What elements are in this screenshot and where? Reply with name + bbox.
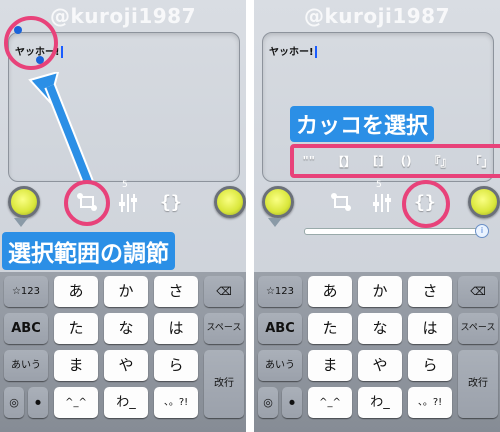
highlight-circle-text <box>4 16 58 70</box>
key-emoticon[interactable]: ^_^ <box>54 387 98 418</box>
key-a[interactable]: あ <box>308 276 352 307</box>
chevron-down-icon <box>268 218 282 227</box>
key-ta[interactable]: た <box>308 313 352 344</box>
editor-toolbar: 5 {} <box>254 180 500 228</box>
key-ya[interactable]: や <box>358 350 402 381</box>
key-return[interactable]: 改行 <box>458 350 498 418</box>
globe-icon[interactable]: ◎ <box>4 387 24 418</box>
key-space[interactable]: スペース <box>204 313 244 344</box>
key-a[interactable]: あ <box>54 276 98 307</box>
backspace-icon: ⌫ <box>470 285 486 298</box>
key-sa[interactable]: さ <box>154 276 198 307</box>
cursor-adjust-icon[interactable] <box>372 192 392 218</box>
brackets-button[interactable]: {} <box>160 192 182 213</box>
bracket-option[interactable]: 『』 <box>429 153 453 170</box>
key-kana[interactable]: あいう <box>258 350 302 381</box>
key-return[interactable]: 改行 <box>204 350 244 418</box>
microphone-icon[interactable]: ⏺ <box>282 387 302 418</box>
typed-text: ヤッホー! <box>269 43 317 58</box>
key-na[interactable]: な <box>104 313 148 344</box>
microphone-icon[interactable]: ⏺ <box>28 387 48 418</box>
key-ha[interactable]: は <box>154 313 198 344</box>
callout-label: 選択範囲の調節 <box>2 232 175 270</box>
key-ka[interactable]: か <box>358 276 402 307</box>
key-ta[interactable]: た <box>54 313 98 344</box>
key-ka[interactable]: か <box>104 276 148 307</box>
key-punctuation[interactable]: 、。?! <box>408 387 452 418</box>
key-ra[interactable]: ら <box>408 350 452 381</box>
pointer-arrow <box>28 72 94 185</box>
highlight-circle-select <box>64 180 110 226</box>
chevron-down-icon <box>14 218 28 227</box>
left-yellow-button[interactable] <box>262 186 294 218</box>
keyboard: ☆123 あ か さ ⌫ ABC た な は スペース あいう ま や ら 改行… <box>254 272 500 432</box>
key-numbers[interactable]: ☆123 <box>258 276 302 307</box>
key-abc[interactable]: ABC <box>4 313 48 344</box>
key-wa[interactable]: わ_ <box>104 387 148 418</box>
right-yellow-button[interactable] <box>468 186 500 218</box>
text-cursor <box>314 46 317 58</box>
bracket-option[interactable]: 「」 <box>469 153 493 170</box>
backspace-icon: ⌫ <box>216 285 232 298</box>
key-abc[interactable]: ABC <box>258 313 302 344</box>
key-na[interactable]: な <box>358 313 402 344</box>
callout-label: カッコを選択 <box>290 106 435 142</box>
bracket-option[interactable]: [] <box>373 154 384 168</box>
key-punctuation[interactable]: 、。?! <box>154 387 198 418</box>
watermark: @kuroji1987 <box>303 4 451 28</box>
key-ya[interactable]: や <box>104 350 148 381</box>
small-number: 5 <box>376 180 382 190</box>
highlight-circle-brackets <box>402 180 450 228</box>
small-number: 5 <box>122 180 128 190</box>
cursor-adjust-icon[interactable] <box>118 192 138 218</box>
key-backspace[interactable]: ⌫ <box>204 276 244 307</box>
key-kana[interactable]: あいう <box>4 350 48 381</box>
right-screenshot: @kuroji1987 ヤッホー! カッコを選択 "" 【】 [] () 『』 … <box>254 0 500 432</box>
key-wa[interactable]: わ_ <box>358 387 402 418</box>
slider-knob[interactable]: i <box>475 224 489 238</box>
key-sa[interactable]: さ <box>408 276 452 307</box>
key-ha[interactable]: は <box>408 313 452 344</box>
key-emoticon[interactable]: ^_^ <box>308 387 352 418</box>
left-screenshot: @kuroji1987 ヤッホー! 5 {} 選択範囲の調節 ☆123 あ か … <box>0 0 246 432</box>
key-backspace[interactable]: ⌫ <box>458 276 498 307</box>
bracket-option[interactable]: 【】 <box>332 153 356 170</box>
text-cursor <box>60 46 63 58</box>
size-slider[interactable]: i <box>304 224 489 238</box>
key-space[interactable]: スペース <box>458 313 498 344</box>
key-ra[interactable]: ら <box>154 350 198 381</box>
bracket-option[interactable]: "" <box>302 154 315 168</box>
globe-icon[interactable]: ◎ <box>258 387 278 418</box>
selection-range-icon[interactable] <box>330 192 352 217</box>
keyboard: ☆123 あ か さ ⌫ ABC た な は スペース あいう ま や ら 改行… <box>0 272 246 432</box>
key-numbers[interactable]: ☆123 <box>4 276 48 307</box>
right-yellow-button[interactable] <box>214 186 246 218</box>
key-ma[interactable]: ま <box>308 350 352 381</box>
editor-toolbar: 5 {} <box>0 180 246 227</box>
left-yellow-button[interactable] <box>8 186 40 218</box>
key-ma[interactable]: ま <box>54 350 98 381</box>
bracket-option[interactable]: () <box>401 154 412 168</box>
bracket-options-row: "" 【】 [] () 『』 「」 <box>290 144 500 178</box>
